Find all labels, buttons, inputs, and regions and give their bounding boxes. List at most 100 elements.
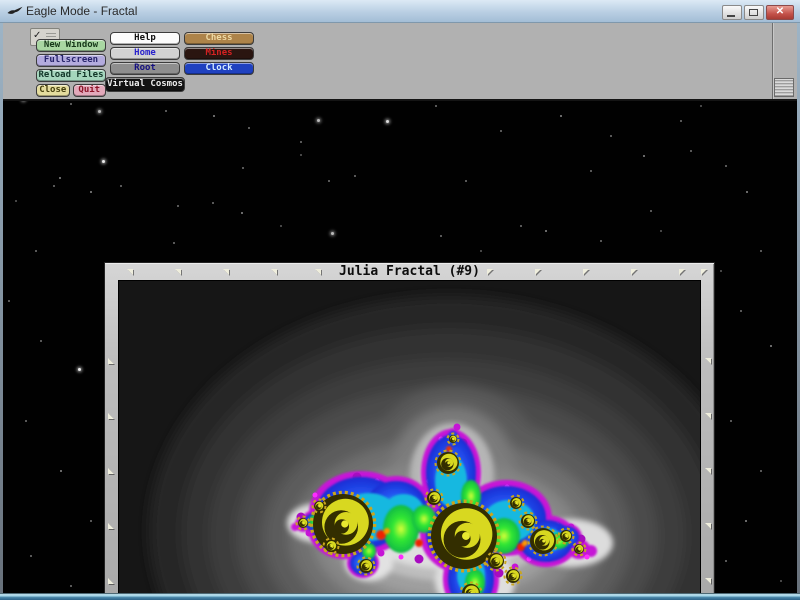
eagle-logo-icon	[7, 6, 23, 14]
star	[386, 120, 389, 123]
star	[102, 160, 105, 163]
maximize-button[interactable]	[744, 5, 764, 20]
star	[760, 470, 762, 472]
fractal-panel-title: Julia Fractal (#9)	[339, 264, 480, 279]
star	[328, 180, 330, 182]
toolbar-button-virtual-cosmos[interactable]: Virtual Cosmos	[105, 77, 185, 92]
frame-arrow-icon	[108, 468, 114, 474]
window-border-bottom	[0, 593, 800, 600]
star	[560, 115, 562, 117]
applet-button-group: Chess Mines Clock	[184, 32, 254, 75]
star	[59, 177, 61, 179]
star	[120, 185, 122, 187]
star	[40, 340, 42, 342]
control-panel: ✓ New Window Fullscreen Reload Files Close Q…	[3, 22, 797, 101]
toolbar-button-chess[interactable]: Chess	[184, 32, 254, 45]
window-title: Eagle Mode - Fractal	[26, 4, 138, 18]
star	[740, 310, 742, 312]
star	[25, 420, 27, 422]
frame-arrow-icon	[108, 358, 114, 364]
star	[660, 230, 662, 232]
toolbar-button-quit[interactable]: Quit	[72, 84, 106, 97]
toolbar-button-help[interactable]: Help	[110, 32, 180, 45]
frame-arrow-icon	[705, 523, 711, 529]
toolbar-button-reload-files[interactable]: Reload Files	[36, 69, 106, 82]
star	[700, 105, 702, 107]
toolbar-button-mines[interactable]: Mines	[184, 47, 254, 60]
star	[770, 345, 772, 347]
toolbar-button-close[interactable]: Close	[36, 84, 70, 97]
toolbar-grip[interactable]	[774, 78, 794, 97]
star	[212, 202, 214, 204]
star	[590, 170, 592, 172]
star	[70, 103, 72, 105]
star	[435, 105, 437, 107]
star	[465, 180, 467, 182]
star	[165, 110, 167, 112]
toolbar-button-root[interactable]: Root	[110, 62, 180, 75]
toolbar-button-home[interactable]: Home	[110, 47, 180, 60]
star	[317, 119, 320, 122]
star	[520, 225, 522, 227]
close-button[interactable]: ✕	[766, 5, 794, 20]
star	[35, 250, 37, 252]
star	[730, 420, 732, 422]
nav-button-group: Help Home Root Virtual Cosmos	[105, 32, 185, 92]
star	[780, 580, 782, 582]
star	[545, 230, 547, 232]
window-border-left	[0, 22, 3, 600]
star	[354, 175, 356, 177]
star	[248, 127, 250, 129]
toolbar-button-row: Close Quit	[36, 84, 106, 97]
star	[300, 141, 302, 143]
titlebar[interactable]: Eagle Mode - Fractal ✕	[0, 0, 800, 23]
star	[90, 191, 92, 193]
star	[242, 167, 244, 169]
star	[725, 560, 727, 562]
star	[720, 270, 722, 272]
toolbar-button-new-window[interactable]: New Window	[36, 39, 106, 52]
minimize-button[interactable]	[722, 5, 742, 20]
star	[98, 110, 101, 113]
star	[90, 520, 92, 522]
window-controls: ✕	[722, 5, 794, 20]
toolbar-button-clock[interactable]: Clock	[184, 62, 254, 75]
star	[177, 205, 179, 207]
star	[600, 240, 602, 242]
star	[280, 225, 282, 227]
star	[8, 300, 10, 302]
fractal-panel[interactable]: Julia Fractal (#9)	[104, 262, 715, 593]
frame-arrow-icon	[705, 468, 711, 474]
star	[440, 235, 442, 237]
star	[70, 585, 72, 587]
star	[480, 250, 482, 252]
star	[643, 155, 645, 157]
frame-arrow-icon	[705, 358, 711, 364]
eagle-mode-app: Eagle Mode - Fractal ✕ ✓ New Window Fulls…	[0, 0, 800, 600]
frame-arrow-icon	[108, 578, 114, 584]
star	[760, 250, 762, 252]
close-icon: ✕	[775, 6, 785, 17]
star	[241, 212, 243, 214]
star	[746, 191, 748, 193]
frame-arrow-icon	[108, 523, 114, 529]
star	[15, 200, 17, 202]
virtual-cosmos-space[interactable]: Julia Fractal (#9)	[3, 98, 797, 593]
star	[725, 165, 727, 167]
star	[331, 232, 334, 235]
fractal-image[interactable]	[118, 280, 701, 593]
star	[300, 154, 302, 156]
minimize-icon	[727, 15, 735, 17]
star	[30, 555, 32, 557]
star	[690, 150, 692, 152]
toolbar-button-fullscreen[interactable]: Fullscreen	[36, 54, 106, 67]
window-button-group: New Window Fullscreen Reload Files Close Qui…	[36, 39, 106, 97]
maximize-icon	[749, 9, 758, 16]
frame-arrow-icon	[705, 578, 711, 584]
star	[78, 368, 81, 371]
star	[745, 520, 747, 522]
star	[213, 115, 215, 117]
star	[650, 210, 652, 212]
star	[500, 130, 502, 132]
star	[680, 120, 682, 122]
